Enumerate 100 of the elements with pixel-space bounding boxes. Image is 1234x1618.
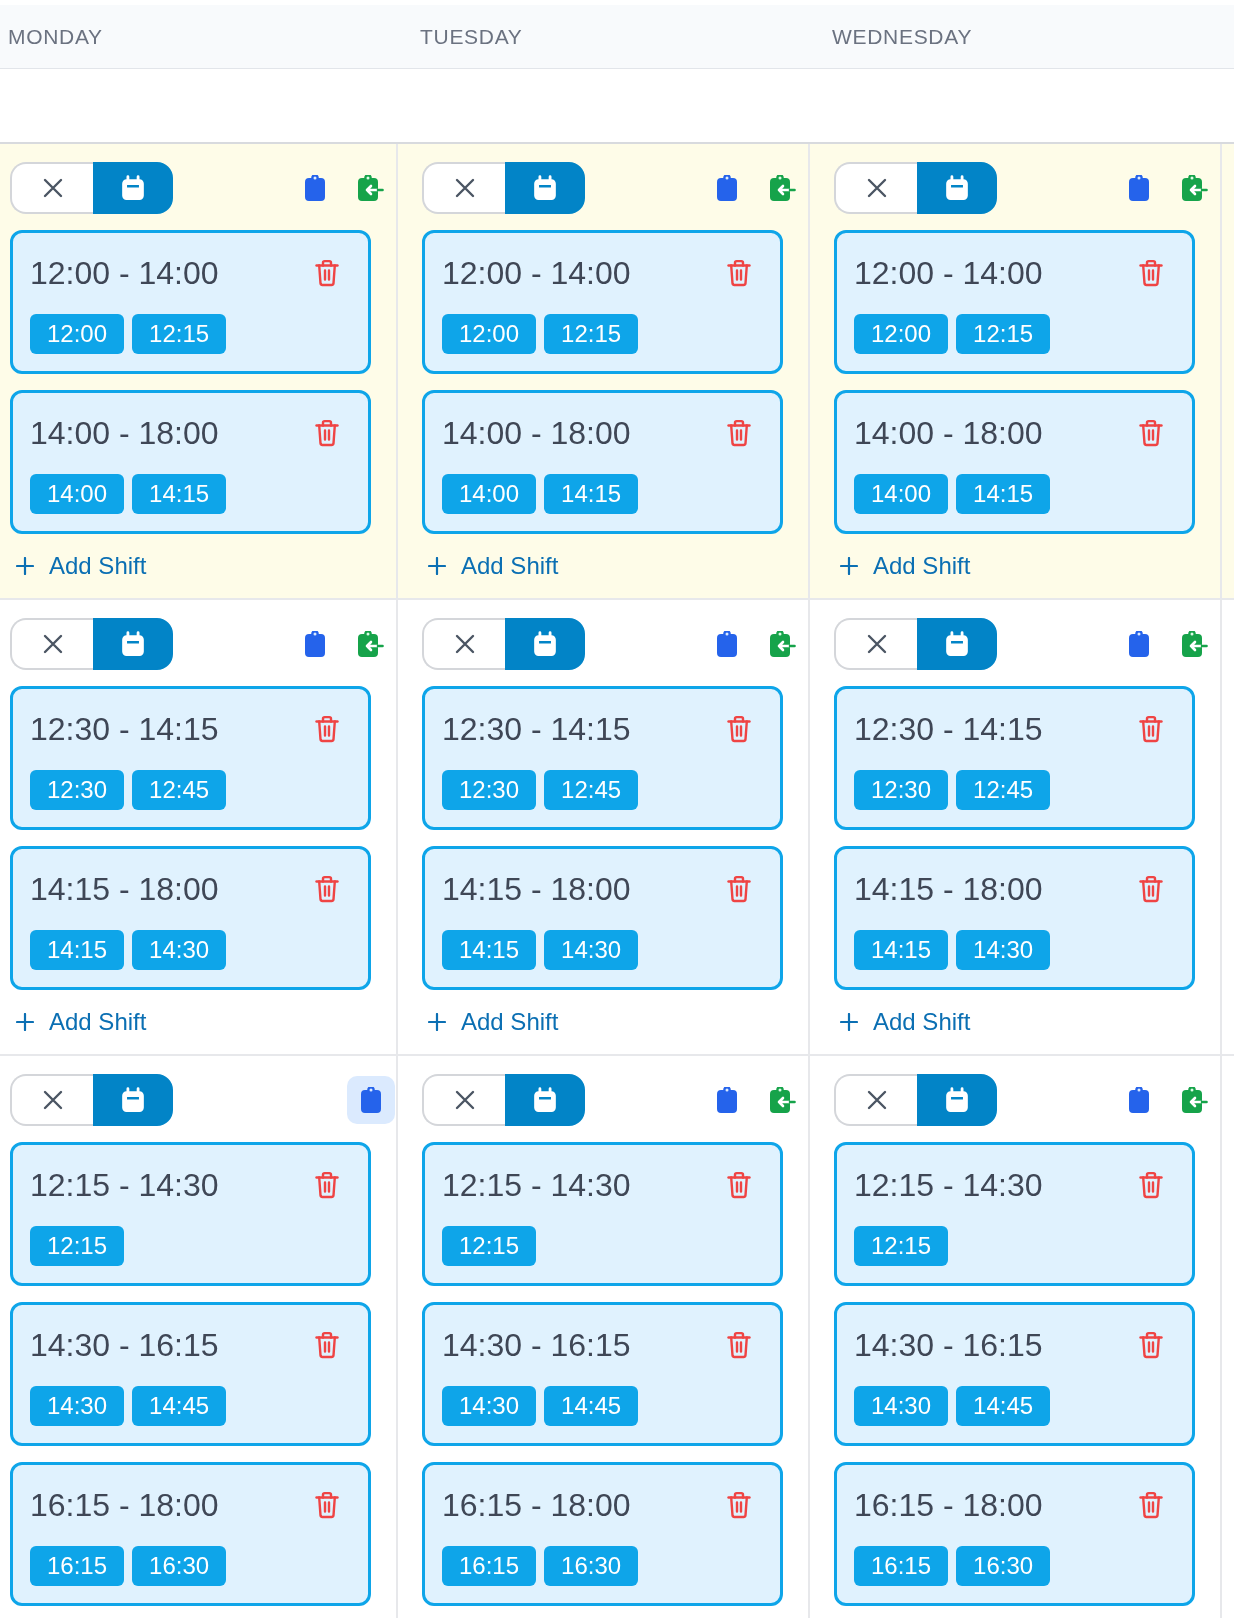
trash-icon[interactable] <box>315 715 339 743</box>
add-shift-button[interactable]: Add Shift <box>10 1006 147 1038</box>
time-slot-tag: 12:30 <box>442 770 537 810</box>
trash-icon[interactable] <box>1139 1331 1163 1359</box>
trash-icon[interactable] <box>727 1491 751 1519</box>
trash-icon[interactable] <box>1139 419 1163 447</box>
day-header: MONDAY <box>8 24 103 49</box>
toggle-segment[interactable] <box>917 618 997 670</box>
shift-time-range: 12:15 - 14:30 <box>30 1167 219 1203</box>
clipboard-arrow-icon[interactable] <box>358 175 384 201</box>
trash-icon[interactable] <box>727 419 751 447</box>
trash-icon[interactable] <box>315 259 339 287</box>
add-shift-button[interactable]: Add Shift <box>834 1006 971 1038</box>
trash-icon[interactable] <box>727 1171 751 1199</box>
trash-icon[interactable] <box>1139 1491 1163 1519</box>
shift-time-range: 14:00 - 18:00 <box>442 415 631 451</box>
trash-icon[interactable] <box>727 259 751 287</box>
time-slot-tag: 12:00 <box>854 314 949 354</box>
clipboard-icon[interactable] <box>1129 1087 1149 1113</box>
plus-icon <box>16 1013 34 1031</box>
clipboard-icon[interactable] <box>1129 631 1149 657</box>
clipboard-arrow-icon[interactable] <box>770 175 796 201</box>
calendar-icon <box>532 631 558 657</box>
calendar-icon <box>532 1087 558 1113</box>
time-slot-tag: 14:30 <box>442 1386 537 1426</box>
calendar-icon <box>944 1087 970 1113</box>
shift-time-range: 12:30 - 14:15 <box>854 711 1043 747</box>
time-slot-tag: 14:45 <box>544 1386 639 1426</box>
time-slot-tag: 16:15 <box>442 1546 537 1586</box>
plus-icon <box>840 557 858 575</box>
time-slot-tag: 14:15 <box>132 474 227 514</box>
clipboard-arrow-icon[interactable] <box>1182 1087 1208 1113</box>
add-shift-button[interactable]: Add Shift <box>422 1006 559 1038</box>
trash-icon[interactable] <box>315 1331 339 1359</box>
trash-icon[interactable] <box>1139 1171 1163 1199</box>
toggle-segment[interactable] <box>917 1074 997 1126</box>
clipboard-icon[interactable] <box>717 1087 737 1113</box>
trash-icon[interactable] <box>727 715 751 743</box>
time-slot-tag: 12:30 <box>854 770 949 810</box>
toggle-segment[interactable] <box>917 162 997 214</box>
clipboard-arrow-icon[interactable] <box>770 1087 796 1113</box>
trash-icon[interactable] <box>315 1491 339 1519</box>
time-slot-tag: 14:00 <box>442 474 537 514</box>
time-slot-tag: 14:00 <box>30 474 125 514</box>
clipboard-arrow-icon[interactable] <box>358 631 384 657</box>
shift-time-range: 12:15 - 14:30 <box>442 1167 631 1203</box>
trash-icon[interactable] <box>727 875 751 903</box>
shift-time-range: 12:30 - 14:15 <box>442 711 631 747</box>
add-shift-button[interactable]: Add Shift <box>834 550 971 582</box>
time-slot-tag: 16:30 <box>132 1546 227 1586</box>
shift-time-range: 12:00 - 14:00 <box>30 255 219 291</box>
clipboard-icon[interactable] <box>347 1076 395 1124</box>
trash-icon[interactable] <box>315 1171 339 1199</box>
time-slot-tag: 14:45 <box>956 1386 1051 1426</box>
toggle-segment[interactable] <box>505 162 585 214</box>
trash-icon[interactable] <box>1139 715 1163 743</box>
time-slot-tag: 12:45 <box>956 770 1051 810</box>
toggle-segment[interactable] <box>93 1074 173 1126</box>
shift-time-range: 14:00 - 18:00 <box>30 415 219 451</box>
time-slot-tag: 12:15 <box>30 1226 125 1266</box>
clipboard-icon[interactable] <box>305 631 325 657</box>
trash-icon[interactable] <box>727 1331 751 1359</box>
trash-icon[interactable] <box>1139 875 1163 903</box>
add-shift-button[interactable]: Add Shift <box>10 550 147 582</box>
trash-icon[interactable] <box>1139 259 1163 287</box>
cross-icon <box>454 1090 475 1110</box>
shift-time-range: 16:15 - 18:00 <box>442 1487 631 1523</box>
calendar-icon <box>120 1087 146 1113</box>
clipboard-icon[interactable] <box>717 631 737 657</box>
day-header: WEDNESDAY <box>832 24 973 49</box>
add-shift-button[interactable]: Add Shift <box>422 550 559 582</box>
time-slot-tag: 14:30 <box>854 1386 949 1426</box>
clipboard-icon[interactable] <box>305 175 325 201</box>
time-slot-tag: 12:30 <box>30 770 125 810</box>
time-slot-tag: 14:30 <box>132 930 227 970</box>
time-slot-tag: 12:15 <box>544 314 639 354</box>
clipboard-icon[interactable] <box>717 175 737 201</box>
calendar-icon <box>532 175 558 201</box>
shift-time-range: 12:00 - 14:00 <box>442 255 631 291</box>
shift-time-range: 14:15 - 18:00 <box>854 871 1043 907</box>
time-slot-tag: 16:30 <box>956 1546 1051 1586</box>
cross-icon <box>454 634 475 654</box>
shift-time-range: 14:00 - 18:00 <box>854 415 1043 451</box>
calendar-icon <box>944 631 970 657</box>
time-slot-tag: 16:15 <box>30 1546 125 1586</box>
trash-icon[interactable] <box>315 875 339 903</box>
trash-icon[interactable] <box>315 419 339 447</box>
time-slot-tag: 14:45 <box>132 1386 227 1426</box>
clipboard-arrow-icon[interactable] <box>1182 175 1208 201</box>
plus-icon <box>428 1013 446 1031</box>
toggle-segment[interactable] <box>505 618 585 670</box>
calendar-icon <box>120 175 146 201</box>
clipboard-arrow-icon[interactable] <box>770 631 796 657</box>
toggle-segment[interactable] <box>93 618 173 670</box>
shift-time-range: 14:30 - 16:15 <box>442 1327 631 1363</box>
toggle-segment[interactable] <box>93 162 173 214</box>
clipboard-icon[interactable] <box>1129 175 1149 201</box>
clipboard-arrow-icon[interactable] <box>1182 631 1208 657</box>
shift-time-range: 14:15 - 18:00 <box>30 871 219 907</box>
toggle-segment[interactable] <box>505 1074 585 1126</box>
